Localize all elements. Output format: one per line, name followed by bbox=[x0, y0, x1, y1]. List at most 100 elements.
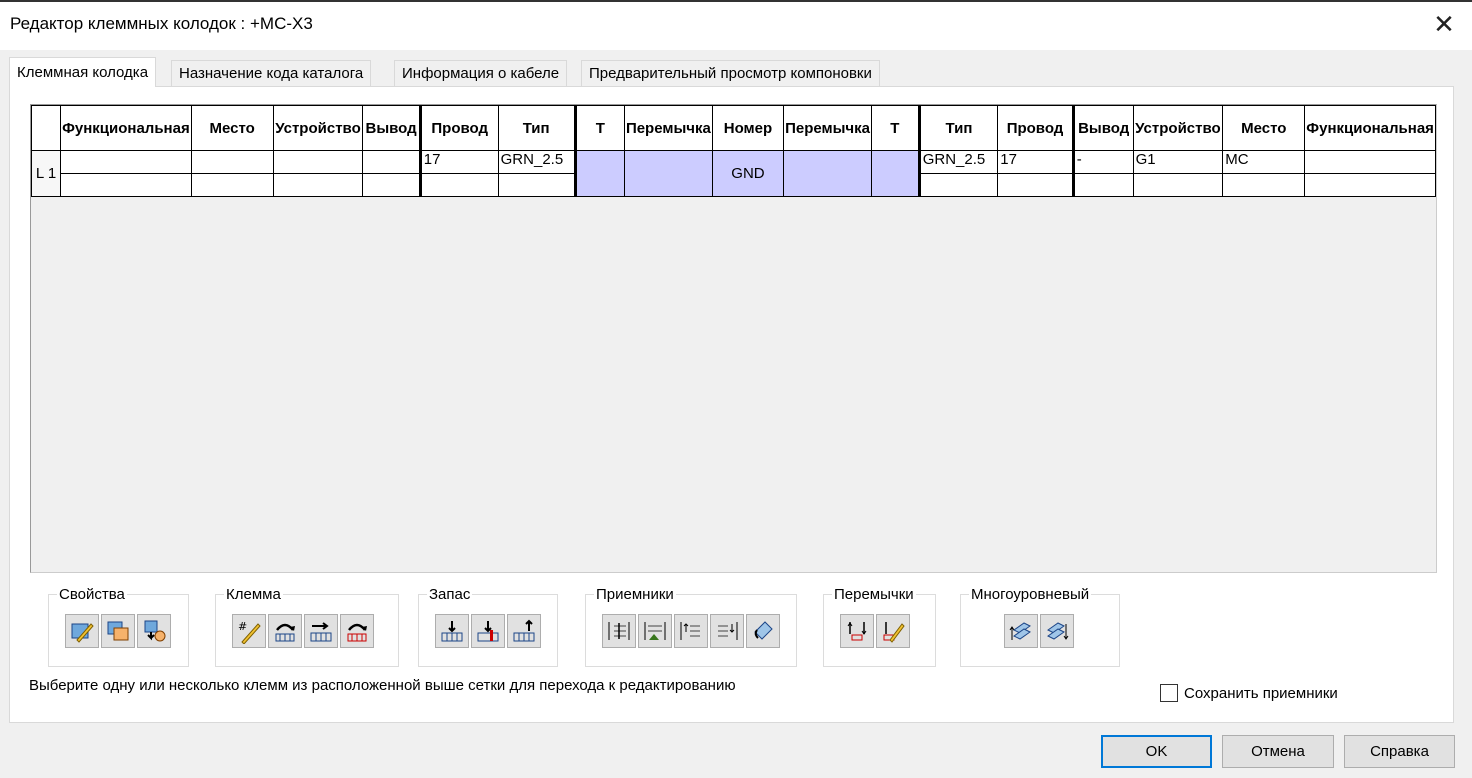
tab-terminal-strip[interactable]: Клеммная колодка bbox=[9, 57, 157, 87]
cell-device-right[interactable]: G1 bbox=[1132, 150, 1224, 174]
group-spare-label: Запас bbox=[427, 586, 473, 603]
cell-location-right[interactable]: MC bbox=[1222, 150, 1306, 174]
tab-catalog-assignment[interactable]: Назначение кода каталога bbox=[171, 60, 372, 87]
cell-location-left-2[interactable] bbox=[190, 173, 274, 197]
svg-text:#: # bbox=[238, 620, 247, 633]
cell-jumper-right[interactable] bbox=[783, 150, 872, 197]
group-jumpers: Перемычки bbox=[823, 586, 936, 667]
hint-text: Выберите одну или несколько клемм из рас… bbox=[29, 677, 736, 694]
cell-function-right[interactable] bbox=[1304, 150, 1436, 174]
edit-properties-icon[interactable] bbox=[65, 614, 99, 648]
close-icon[interactable]: ✕ bbox=[1428, 8, 1460, 40]
cell-wire-right-2[interactable] bbox=[997, 173, 1074, 197]
header-type-left[interactable]: Тип bbox=[497, 105, 576, 151]
swap-receivers-icon[interactable] bbox=[746, 614, 780, 648]
terminal-grid-area[interactable]: Функциональная Место Устройство Вывод Пр… bbox=[30, 104, 1437, 573]
group-multilevel-label: Многоуровневый bbox=[969, 586, 1092, 603]
header-device-left[interactable]: Устройство bbox=[272, 105, 364, 151]
grid-header-row: Функциональная Место Устройство Вывод Пр… bbox=[30, 105, 1436, 151]
header-function-left[interactable]: Функциональная bbox=[60, 105, 192, 151]
cancel-button[interactable]: Отмена bbox=[1222, 735, 1334, 768]
tab-layout-preview[interactable]: Предварительный просмотр компоновки bbox=[581, 60, 880, 87]
window-title: Редактор клеммных колодок : +MC-X3 bbox=[10, 14, 313, 33]
terminal-grid[interactable]: Функциональная Место Устройство Вывод Пр… bbox=[30, 105, 1436, 197]
terminal-strip-panel: Функциональная Место Устройство Вывод Пр… bbox=[9, 86, 1454, 723]
cell-type-right-2[interactable] bbox=[917, 173, 999, 197]
level-up-icon[interactable] bbox=[1004, 614, 1038, 648]
cell-number[interactable]: GND bbox=[711, 150, 785, 197]
delete-spare-icon[interactable] bbox=[471, 614, 505, 648]
add-jumper-icon[interactable] bbox=[840, 614, 874, 648]
cell-device-right-2[interactable] bbox=[1132, 173, 1224, 197]
cell-pin-right-2[interactable] bbox=[1071, 173, 1134, 197]
insert-spare-icon[interactable] bbox=[507, 614, 541, 648]
paste-properties-icon[interactable] bbox=[137, 614, 171, 648]
group-receivers-label: Приемники bbox=[594, 586, 676, 603]
window-top-edge bbox=[0, 0, 1472, 2]
group-multilevel: Многоуровневый bbox=[960, 586, 1120, 667]
reverse-terminal-icon[interactable] bbox=[340, 614, 374, 648]
cell-type-left-2[interactable] bbox=[497, 173, 576, 197]
title-bar: Редактор клеммных колодок : +MC-X3 ✕ bbox=[0, 0, 1472, 50]
cell-type-left[interactable]: GRN_2.5 bbox=[497, 150, 576, 174]
cell-function-left[interactable] bbox=[60, 150, 192, 174]
copy-properties-icon[interactable] bbox=[101, 614, 135, 648]
group-spare: Запас bbox=[418, 586, 558, 667]
move-terminal-icon[interactable] bbox=[304, 614, 338, 648]
keep-receivers-label: Сохранить приемники bbox=[1184, 684, 1338, 702]
group-terminal: Клемма # bbox=[215, 586, 399, 667]
header-type-right[interactable]: Тип bbox=[917, 105, 999, 151]
cell-wire-right[interactable]: 17 bbox=[997, 150, 1074, 174]
cell-t-left[interactable] bbox=[573, 150, 625, 197]
cell-pin-left[interactable] bbox=[362, 150, 421, 174]
cell-type-right[interactable]: GRN_2.5 bbox=[917, 150, 999, 174]
grid-corner bbox=[30, 105, 62, 151]
header-t-right[interactable]: Т bbox=[870, 105, 920, 151]
header-t-left[interactable]: Т bbox=[573, 105, 625, 151]
cell-pin-right[interactable]: - bbox=[1071, 150, 1134, 174]
table-row[interactable]: L 1 17 GRN_2.5 GND GRN_2.5 17 - G1 MC bbox=[30, 150, 1436, 197]
header-pin-left[interactable]: Вывод bbox=[362, 105, 421, 151]
cell-device-left-2[interactable] bbox=[272, 173, 364, 197]
cell-location-right-2[interactable] bbox=[1222, 173, 1306, 197]
group-properties: Свойства bbox=[48, 586, 189, 667]
header-wire-right[interactable]: Провод bbox=[997, 105, 1074, 151]
add-spare-icon[interactable] bbox=[435, 614, 469, 648]
header-wire-left[interactable]: Провод bbox=[418, 105, 499, 151]
cell-t-right[interactable] bbox=[870, 150, 920, 197]
edit-jumper-icon[interactable] bbox=[876, 614, 910, 648]
header-function-right[interactable]: Функциональная bbox=[1304, 105, 1436, 151]
ok-button[interactable]: OK bbox=[1101, 735, 1212, 768]
cell-function-right-2[interactable] bbox=[1304, 173, 1436, 197]
tab-cable-info[interactable]: Информация о кабеле bbox=[394, 60, 568, 87]
add-receiver-icon[interactable] bbox=[638, 614, 672, 648]
group-properties-label: Свойства bbox=[57, 586, 127, 603]
header-location-right[interactable]: Место bbox=[1222, 105, 1306, 151]
edit-terminal-icon[interactable]: # bbox=[232, 614, 266, 648]
group-jumpers-label: Перемычки bbox=[832, 586, 916, 603]
keep-receivers-checkbox[interactable] bbox=[1160, 684, 1178, 702]
group-terminal-label: Клемма bbox=[224, 586, 283, 603]
insert-terminal-icon[interactable] bbox=[268, 614, 302, 648]
cell-wire-left[interactable]: 17 bbox=[418, 150, 499, 174]
header-device-right[interactable]: Устройство bbox=[1132, 105, 1224, 151]
header-number[interactable]: Номер bbox=[711, 105, 785, 151]
cell-pin-left-2[interactable] bbox=[362, 173, 421, 197]
cell-device-left[interactable] bbox=[272, 150, 364, 174]
keep-receivers[interactable]: Сохранить приемники bbox=[1160, 684, 1338, 702]
level-down-icon[interactable] bbox=[1040, 614, 1074, 648]
cell-function-left-2[interactable] bbox=[60, 173, 192, 197]
move-receiver-down-icon[interactable] bbox=[710, 614, 744, 648]
header-location-left[interactable]: Место bbox=[190, 105, 274, 151]
cell-wire-left-2[interactable] bbox=[418, 173, 499, 197]
header-pin-right[interactable]: Вывод bbox=[1071, 105, 1134, 151]
header-jumper-left[interactable]: Перемычка bbox=[623, 105, 713, 151]
help-button[interactable]: Справка bbox=[1344, 735, 1455, 768]
cell-location-left[interactable] bbox=[190, 150, 274, 174]
move-receiver-up-icon[interactable] bbox=[674, 614, 708, 648]
row-label[interactable]: L 1 bbox=[30, 150, 62, 197]
spread-receivers-icon[interactable] bbox=[602, 614, 636, 648]
group-receivers: Приемники bbox=[585, 586, 797, 667]
header-jumper-right[interactable]: Перемычка bbox=[783, 105, 872, 151]
cell-jumper-left[interactable] bbox=[623, 150, 713, 197]
